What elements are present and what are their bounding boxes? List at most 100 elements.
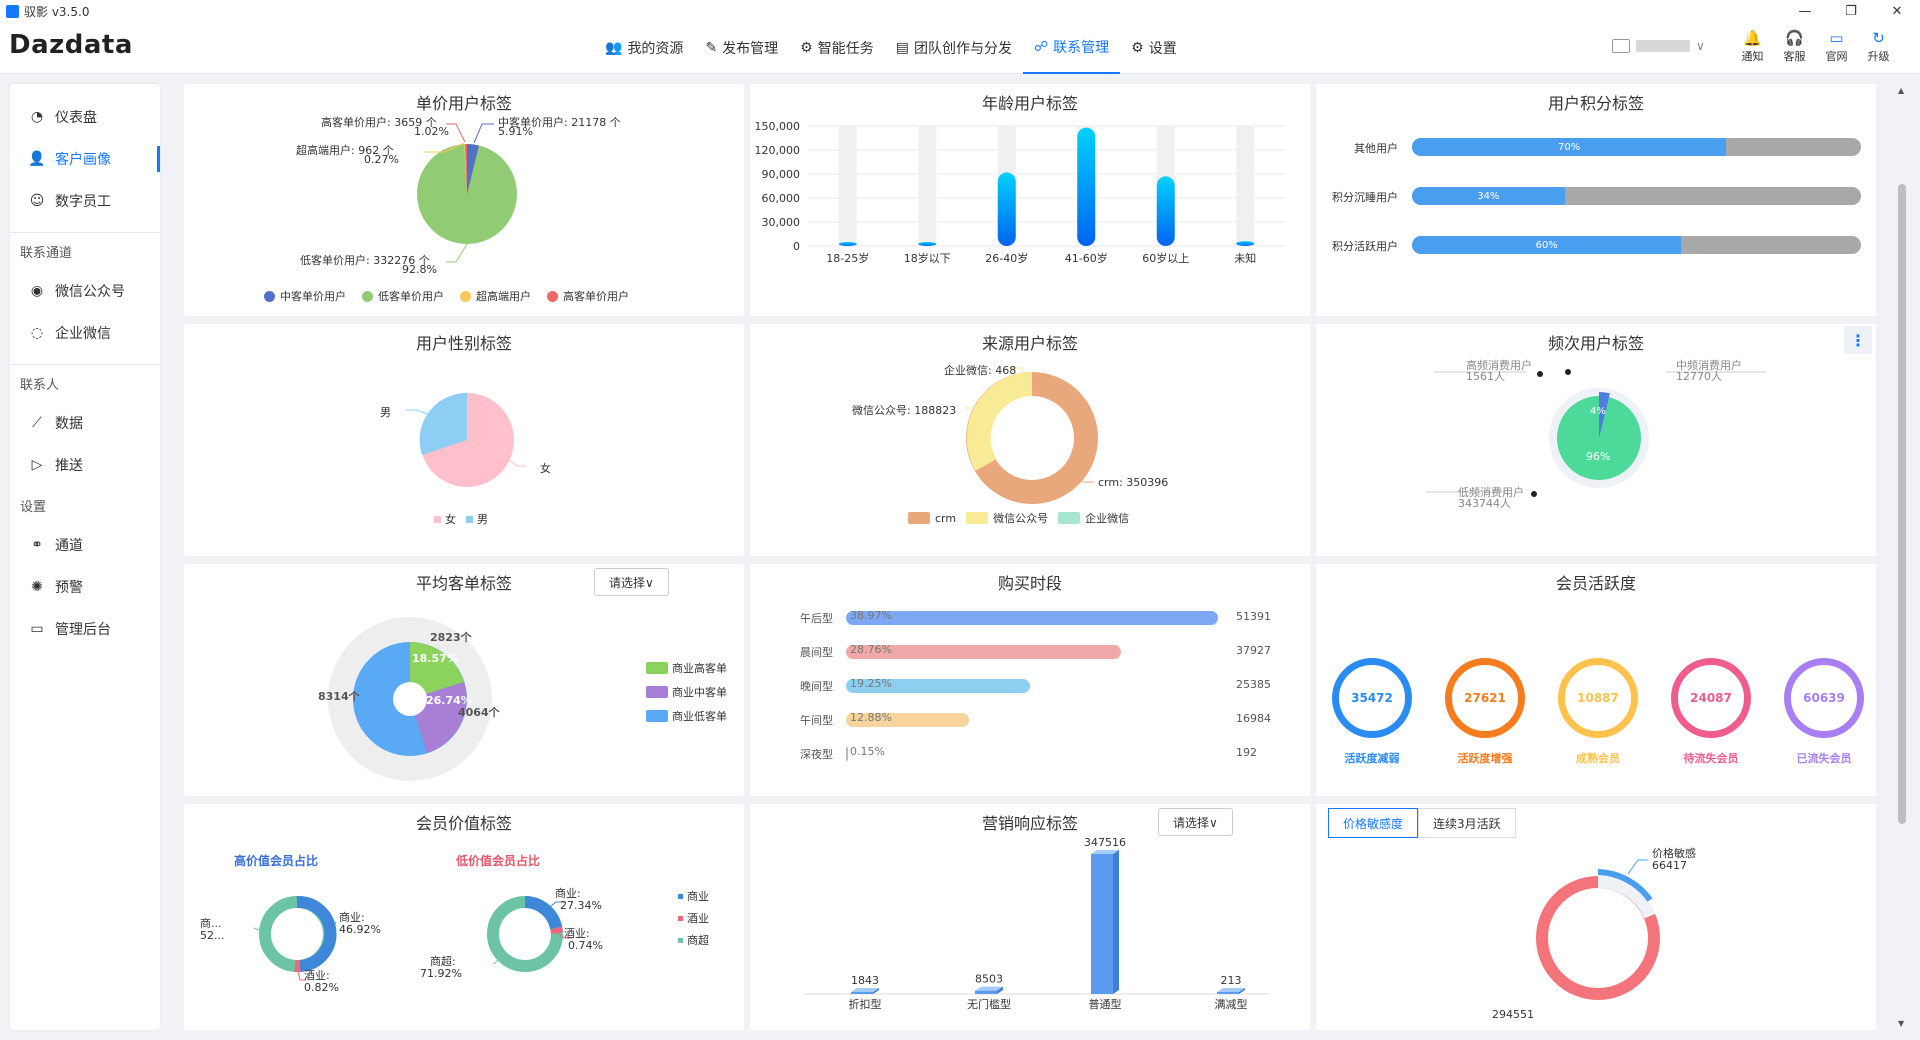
page-scrollbar[interactable]: ▲ ▼ (1895, 84, 1909, 1030)
points-row-label: 积分活跃用户 (1332, 240, 1398, 253)
legend-item[interactable]: 企业微信 (1058, 510, 1129, 526)
marketing-value-label: 213 (1221, 974, 1242, 987)
points-progress-track: 60% (1412, 236, 1861, 254)
age-bar-chart: 150,000 120,000 90,000 60,000 30,000 0 18-25岁 1… (755, 120, 1285, 265)
marketing-bar[interactable] (1217, 992, 1239, 994)
sidebar-section-settings: 设置 (20, 499, 47, 515)
price-sensitivity-donut (1536, 859, 1660, 1000)
pie-center (393, 682, 427, 716)
label-mid-pct: 5.91% (498, 125, 533, 138)
sidebar-item-wechat-official[interactable]: ◉ 微信公众号 (10, 270, 160, 312)
marketing-category-label: 普通型 (1089, 997, 1122, 1011)
points-progress-fill: 70% (1412, 138, 1727, 156)
website-button[interactable]: ▭ 官网 (1820, 28, 1853, 64)
nav-team[interactable]: ▤ 团队创作与分发 (885, 22, 1023, 74)
legend-item[interactable]: 超高端用户 (460, 288, 531, 304)
age-bar[interactable] (918, 242, 937, 246)
minimize-icon[interactable]: — (1782, 0, 1828, 22)
label-d1-liquor-pct: 0.82% (304, 981, 339, 994)
panel-title: 会员活跃度 (1555, 574, 1636, 593)
link-icon: ⚭ (31, 537, 43, 553)
buy-time-value: 37927 (1236, 644, 1271, 657)
marketing-bar[interactable] (1091, 854, 1113, 994)
pct-low-freq: 96% (1586, 450, 1611, 463)
legend-item[interactable]: 商超 (678, 932, 709, 948)
marker-dot (1565, 369, 1571, 375)
user-menu[interactable]: ∨ (1612, 39, 1705, 53)
scroll-up-icon[interactable]: ▲ (1898, 86, 1904, 95)
window-titlebar: 驭影 v3.5.0 — ❐ ✕ (0, 0, 1920, 22)
panel-frequency: 频次用户标签 ⋮ 高频消费用户 1561人 中频消费用户 12770人 低频消费… (1316, 324, 1876, 556)
activity-ring[interactable]: 35472 (1332, 658, 1412, 738)
label-d2-liquor-pct: 0.74% (568, 939, 603, 952)
panel-source: 来源用户标签 企业微信: 468 微信公众号: 188823 crm: 3503… (750, 324, 1310, 556)
leader-line (446, 243, 468, 263)
sidebar-item-wecom[interactable]: ◌ 企业微信 (10, 312, 160, 354)
scroll-down-icon[interactable]: ▼ (1898, 1019, 1904, 1028)
legend-item[interactable]: 男 (466, 511, 488, 527)
nav-contact[interactable]: ☍ 联系管理 (1022, 22, 1121, 74)
legend-item[interactable]: 酒业 (678, 910, 709, 926)
age-bar[interactable] (997, 172, 1016, 246)
label-d1-mall-pct: 52... (200, 929, 225, 942)
member-value-donuts (253, 895, 572, 981)
dashboard-grid: 单价用户标签 高客单价用户: 3659 个 1.02% 中客单价用户: 2117… (182, 84, 1882, 1030)
legend-item[interactable]: crm (908, 512, 956, 525)
upgrade-button[interactable]: ↻ 升级 (1862, 28, 1895, 64)
buy-time-bar[interactable] (846, 747, 848, 761)
age-bar[interactable] (1077, 127, 1096, 246)
leader-line (1627, 859, 1648, 875)
sidebar-item-customer-profile[interactable]: 👤 客户画像 (10, 138, 160, 180)
legend-item[interactable]: 商业高客单 (646, 660, 727, 676)
panel-points: 用户积分标签 其他用户 70% 积分沉睡用户 34% 积分活跃用户 60% (1316, 84, 1876, 316)
label-wecom: 企业微信: 468 (944, 364, 1017, 377)
sidebar-item-dashboard[interactable]: ◔ 仪表盘 (10, 96, 160, 138)
legend-item[interactable]: 中客单价用户 (264, 288, 346, 304)
legend-item[interactable]: 高客单价用户 (547, 288, 629, 304)
restore-icon[interactable]: ❐ (1828, 0, 1874, 22)
label-ultra-pct: 0.27% (364, 153, 399, 166)
activity-ring[interactable]: 10887 (1558, 658, 1638, 738)
panel-unit-price: 单价用户标签 高客单价用户: 3659 个 1.02% 中客单价用户: 2117… (184, 84, 744, 316)
sidebar-item-channel[interactable]: ⚭ 通道 (10, 524, 160, 566)
member-value-legend: 商业 酒业 商超 (678, 888, 709, 948)
sidebar-item-data[interactable]: ⟋ 数据 (10, 402, 160, 444)
legend-item[interactable]: 商业中客单 (646, 684, 727, 700)
leader-line (473, 123, 494, 144)
marketing-category-label: 满减型 (1215, 997, 1248, 1011)
sidebar: ◔ 仪表盘 👤 客户画像 ☺ 数字员工 联系通道 ◉ 微信公众号 ◌ 企业微信 联系人 ⟋… (10, 84, 160, 1030)
nav-settings[interactable]: ⚙ 设置 (1120, 22, 1188, 74)
age-bar[interactable] (1236, 241, 1255, 246)
sidebar-item-admin[interactable]: ▭ 管理后台 (10, 608, 160, 650)
activity-ring[interactable]: 27621 (1445, 658, 1525, 738)
close-icon[interactable]: ✕ (1874, 0, 1920, 22)
label-high-pct: 18.57% (412, 652, 458, 665)
sidebar-item-digital-staff[interactable]: ☺ 数字员工 (10, 180, 160, 222)
panel-activity: 会员活跃度 35472 活跃度减弱 27621 活跃度增强 10887 成熟会员 24087… (1316, 564, 1876, 796)
activity-ring[interactable]: 24087 (1671, 658, 1751, 738)
scrollbar-thumb[interactable] (1898, 184, 1906, 824)
nav-my-resources[interactable]: 👥 我的资源 (594, 22, 694, 74)
legend-item[interactable]: 低客单价用户 (362, 288, 444, 304)
buy-time-bar[interactable] (846, 611, 1218, 625)
y-tick-label: 150,000 (755, 120, 801, 133)
sidebar-item-push[interactable]: ▷ 推送 (10, 444, 160, 486)
label-d1-business-pct: 46.92% (339, 923, 381, 936)
legend-item[interactable]: 商业低客单 (646, 708, 727, 724)
x-tick-label: 41-60岁 (1065, 251, 1108, 265)
legend-item[interactable]: 商业 (678, 888, 709, 904)
marketing-bar[interactable] (851, 992, 873, 994)
label-low-freq-count: 343744人 (1458, 497, 1511, 510)
notify-button[interactable]: 🔔 通知 (1736, 28, 1769, 64)
nav-smart-task[interactable]: ⚙ 智能任务 (789, 22, 885, 74)
label-mid-freq-count: 12770人 (1676, 370, 1722, 383)
age-bar[interactable] (838, 242, 857, 246)
legend-item[interactable]: 微信公众号 (966, 510, 1048, 526)
marketing-bar[interactable] (975, 990, 997, 994)
age-bar[interactable] (1156, 176, 1175, 246)
legend-item[interactable]: 女 (434, 511, 456, 527)
sidebar-item-alert[interactable]: ✺ 预警 (10, 566, 160, 608)
nav-publish[interactable]: ✎ 发布管理 (694, 22, 789, 74)
support-button[interactable]: 🎧 客服 (1778, 28, 1811, 64)
activity-ring[interactable]: 60639 (1784, 658, 1864, 738)
